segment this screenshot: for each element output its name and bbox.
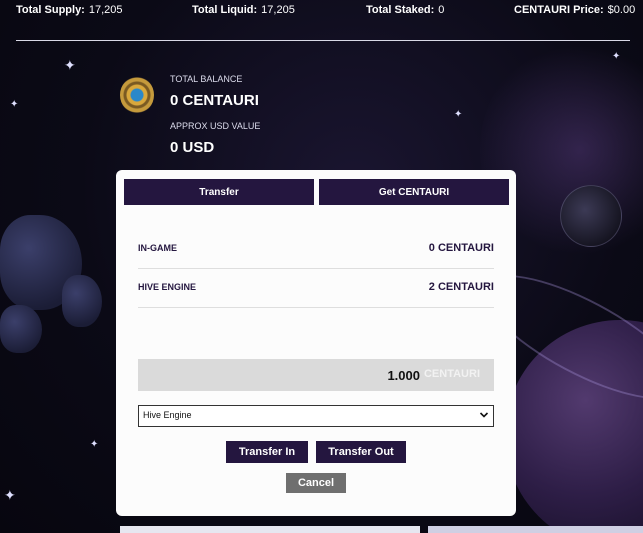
total-balance-label: TOTAL BALANCE: [170, 74, 243, 84]
total-staked-value: 0: [438, 4, 445, 16]
amount-input[interactable]: 1.000 CENTAURI: [138, 359, 494, 391]
total-staked-label: Total Staked:: [366, 4, 435, 16]
total-supply: Total Supply: 17,205: [16, 4, 123, 16]
bottom-panel-edge: [120, 526, 420, 533]
token-price-label: CENTAURI Price:: [514, 4, 604, 16]
transfer-dialog: Transfer Get CENTAURI IN-GAME 0 CENTAURI…: [116, 170, 516, 516]
star-icon: ✦: [454, 109, 463, 120]
star-icon: ✦: [612, 51, 621, 62]
star-icon: ✦: [4, 487, 16, 503]
balance-row-hive-engine: HIVE ENGINE 2 CENTAURI: [138, 271, 494, 308]
hive-engine-amount: 2 CENTAURI: [428, 281, 494, 293]
balance-row-in-game: IN-GAME 0 CENTAURI: [138, 232, 494, 269]
tab-get-centauri[interactable]: Get CENTAURI: [319, 179, 509, 205]
star-icon: ✦: [64, 57, 76, 73]
orb-decoration: [560, 185, 622, 247]
usd-value: 0 USD: [170, 139, 215, 156]
asteroid-decoration: [0, 305, 42, 353]
token-price-value: $0.00: [607, 4, 636, 16]
total-staked: Total Staked: 0: [366, 4, 444, 16]
transfer-out-button[interactable]: Transfer Out: [316, 441, 406, 463]
header-divider: [16, 40, 630, 41]
token-price: CENTAURI Price: $0.00: [514, 4, 635, 16]
hive-engine-label: HIVE ENGINE: [138, 282, 197, 292]
total-supply-value: 17,205: [88, 4, 123, 16]
amount-value: 1.000: [387, 368, 420, 383]
usd-value-label: APPROX USD VALUE: [170, 121, 261, 131]
total-liquid-value: 17,205: [261, 4, 295, 16]
bottom-panel-edge: [428, 526, 643, 533]
in-game-label: IN-GAME: [138, 243, 177, 253]
total-balance-value: 0 CENTAURI: [170, 92, 259, 109]
in-game-amount: 0 CENTAURI: [428, 242, 494, 254]
centauri-coin-icon: [120, 76, 154, 114]
token-stats-bar: Total Supply: 17,205 Total Liquid: 17,205 …: [16, 4, 635, 22]
star-icon: ✦: [90, 439, 99, 450]
total-supply-label: Total Supply:: [16, 4, 85, 16]
total-liquid-label: Total Liquid:: [192, 4, 258, 16]
total-liquid: Total Liquid: 17,205: [192, 4, 295, 16]
chevron-down-icon: [479, 412, 489, 418]
star-icon: ✦: [10, 99, 19, 110]
transfer-in-button[interactable]: Transfer In: [226, 441, 308, 463]
source-select-value: Hive Engine: [143, 410, 192, 420]
cancel-button[interactable]: Cancel: [286, 473, 346, 493]
amount-unit: CENTAURI: [423, 368, 480, 380]
tab-transfer[interactable]: Transfer: [124, 179, 314, 205]
asteroid-decoration: [62, 275, 102, 327]
source-select[interactable]: Hive Engine: [138, 405, 494, 427]
